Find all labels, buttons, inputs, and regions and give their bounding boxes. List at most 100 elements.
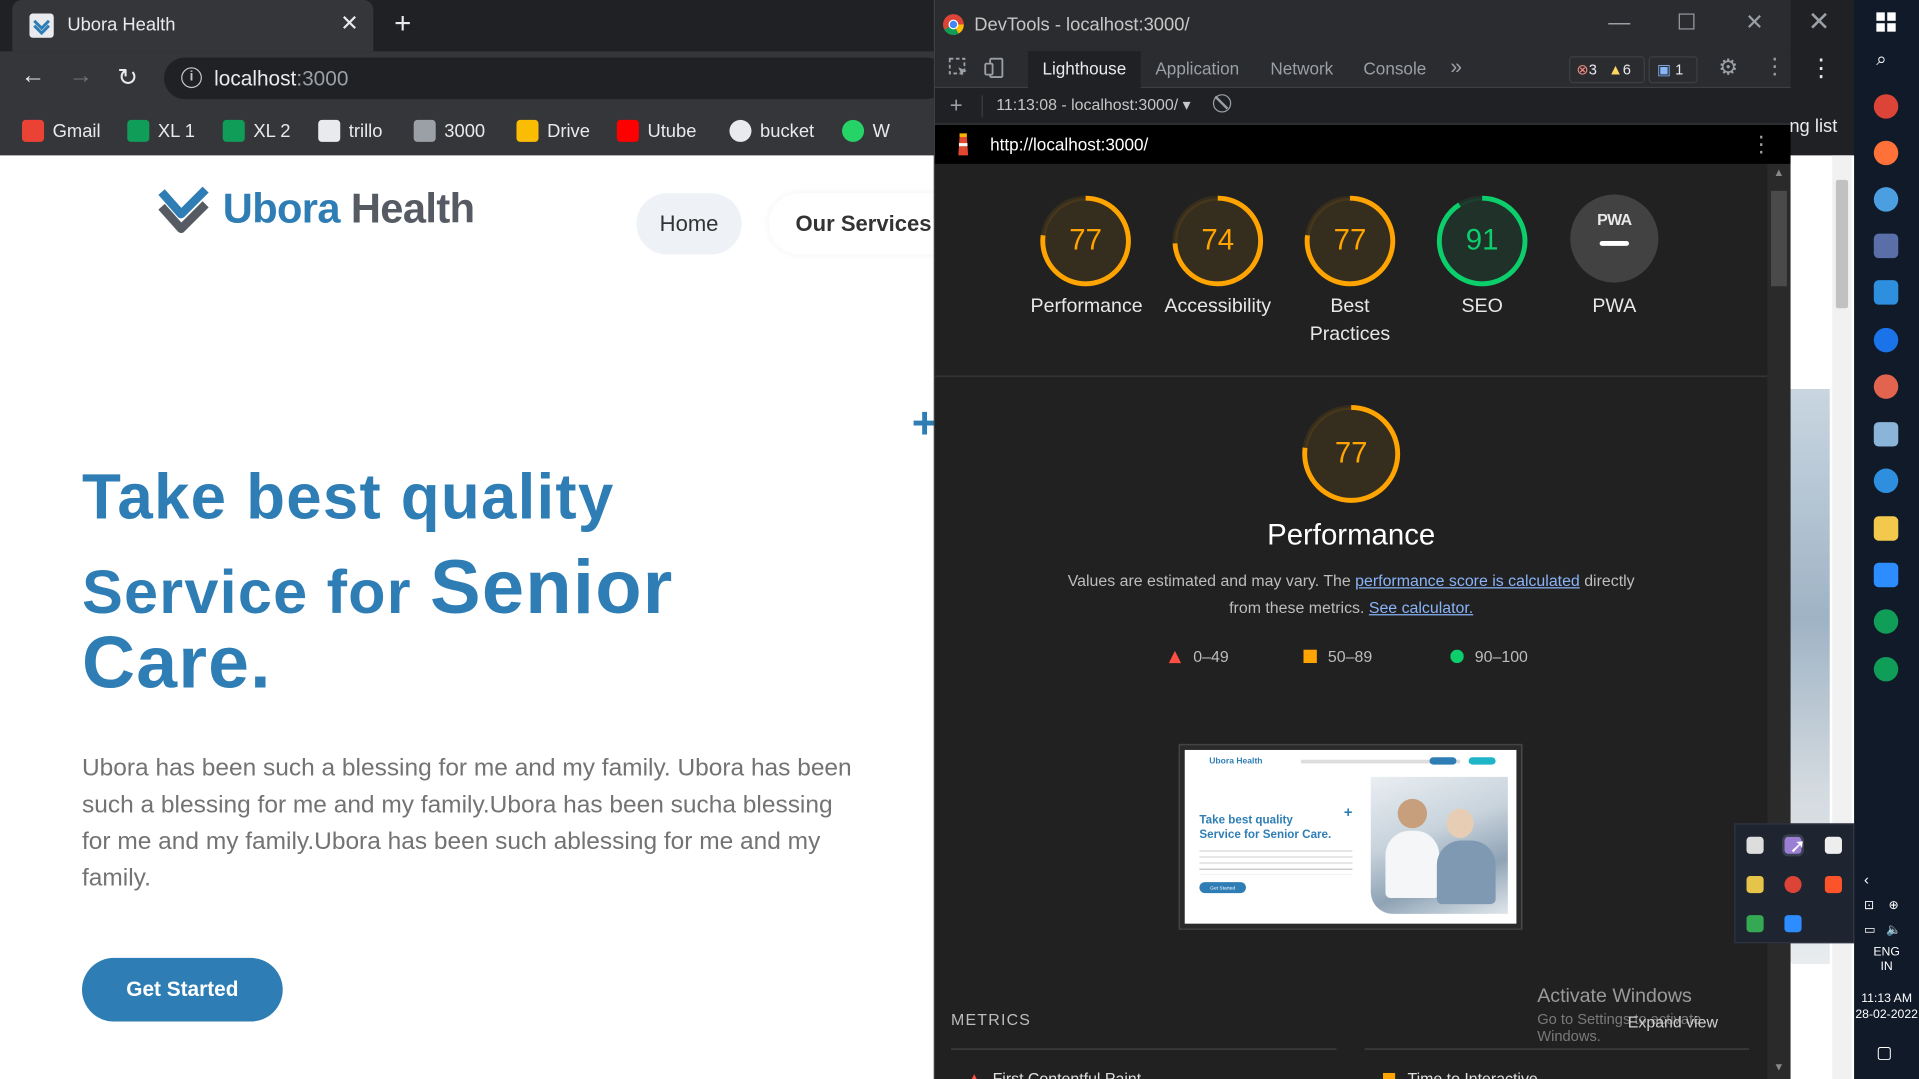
meet-icon[interactable]: ⊕ <box>1888 899 1898 912</box>
devtools-titlebar: DevTools - localhost:3000/ — ☐ ✕ <box>935 0 1791 52</box>
report-menu-icon[interactable]: ⋮ <box>1750 132 1772 158</box>
tray-zoom-icon[interactable] <box>1784 915 1802 933</box>
window-close-icon[interactable]: ✕ <box>1745 10 1763 36</box>
notes-taskbar-icon[interactable] <box>1873 422 1899 447</box>
back-icon[interactable]: ← <box>21 62 45 90</box>
monitor-taskbar-icon[interactable] <box>1873 233 1899 259</box>
site-info-icon[interactable]: i <box>181 67 202 89</box>
final-screenshot-thumbnail[interactable]: Ubora Health Take best quality Service fo… <box>1178 743 1523 930</box>
legend-pass: 90–100 <box>1450 647 1528 666</box>
windows-start-icon[interactable] <box>1876 12 1896 32</box>
get-started-button[interactable]: Get Started <box>82 957 283 1022</box>
bookmark-bucket[interactable]: bucket <box>729 116 814 145</box>
settings-gear-icon[interactable]: ⚙ <box>1718 55 1738 81</box>
maximize-icon[interactable]: ☐ <box>1677 10 1697 36</box>
tray-chevron-icon[interactable]: ‹ <box>1864 871 1869 888</box>
bookmark-xl-2[interactable]: XL 2 <box>222 116 291 145</box>
messages-counter[interactable]: ▣ 1 <box>1648 56 1698 84</box>
reading-list-button[interactable]: ng list <box>1789 116 1837 137</box>
safari-taskbar-icon[interactable] <box>1873 468 1899 494</box>
gauge-accessibility[interactable]: 74 Accessibility <box>1163 195 1273 321</box>
chrome-taskbar-icon[interactable] <box>1873 94 1899 119</box>
search-icon[interactable]: ⌕ <box>1876 49 1886 70</box>
issues-counter[interactable]: ⊗3 ▲6 <box>1569 56 1645 84</box>
chrome-profile2-taskbar-icon[interactable] <box>1873 656 1899 682</box>
file-explorer-taskbar-icon[interactable] <box>1873 516 1899 541</box>
nav-our-services-link[interactable]: Our Services <box>768 193 937 255</box>
device-toolbar-icon[interactable] <box>984 57 1005 81</box>
expand-view-link[interactable]: Expand view <box>1628 1013 1718 1031</box>
performance-main-ring: 77 <box>1301 404 1401 504</box>
tray-snip-icon[interactable] <box>1746 836 1764 854</box>
score-calculated-link[interactable]: performance score is calculated <box>1355 571 1580 589</box>
bookmark-label: Gmail <box>52 120 101 142</box>
tab-application[interactable]: Application <box>1155 59 1239 79</box>
gauge-label: Best Practices <box>1309 296 1391 345</box>
report-scrollbar-thumb[interactable] <box>1770 190 1787 287</box>
maps-taskbar-icon[interactable] <box>1873 327 1899 353</box>
nav-home-link[interactable]: Home <box>636 193 742 255</box>
devtools-menu-icon[interactable]: ⋮ <box>1764 54 1786 80</box>
bookmark-trillo[interactable]: trillo <box>318 116 382 145</box>
bookmark-utube[interactable]: Utube <box>616 116 696 145</box>
more-tabs-icon[interactable]: » <box>1450 55 1462 79</box>
tray-shield-icon[interactable] <box>1746 875 1764 894</box>
notification-icon[interactable]: ▢ <box>1876 1042 1892 1063</box>
see-calculator-link[interactable]: See calculator. <box>1369 598 1473 616</box>
browser-tab[interactable]: Ubora Health ✕ <box>12 0 374 52</box>
gauge-best-practices[interactable]: 77 Best Practices <box>1295 195 1405 349</box>
app-taskbar-icon[interactable] <box>1873 187 1899 212</box>
tray-brave-icon[interactable] <box>1824 875 1842 894</box>
vscode-taskbar-icon[interactable] <box>1873 280 1899 305</box>
tab-lighthouse[interactable]: Lighthouse <box>1028 51 1141 89</box>
message-count: ▣ 1 <box>1657 61 1684 79</box>
display-icon[interactable]: ▭ <box>1864 924 1876 937</box>
performance-description: Values are estimated and may vary. The p… <box>1067 571 1635 617</box>
metrics-divider-right <box>1364 1048 1749 1050</box>
bookmark-w[interactable]: W <box>842 116 890 145</box>
bookmarks-bar: Gmail XL 1 XL 2 trillo 3000 Drive Utube bucket W <box>0 106 937 156</box>
tray-chrome-icon[interactable] <box>1784 875 1802 894</box>
network-icon[interactable]: ⊡ <box>1864 899 1874 912</box>
web-page: Ubora Health Home Our Services Take best… <box>0 155 937 1079</box>
gauge-pwa[interactable]: PWA PWA <box>1559 194 1669 321</box>
lighthouse-toolbar: + 11:13:08 - localhost:3000/ ▾ <box>935 88 1791 125</box>
input-language[interactable]: ENG IN <box>1854 946 1919 975</box>
app2-taskbar-icon[interactable] <box>1873 374 1899 399</box>
clock[interactable]: 11:13 AM 28-02-2022 <box>1854 991 1919 1023</box>
tab-close-icon[interactable]: ✕ <box>340 11 358 37</box>
error-icon: ⊗ <box>1576 61 1589 79</box>
activate-windows-watermark: Activate Windows <box>1537 986 1692 1007</box>
bookmark-label: XL 2 <box>253 120 291 142</box>
chrome-profile-taskbar-icon[interactable] <box>1873 609 1899 634</box>
volume-icon[interactable]: 🔈 <box>1886 924 1901 937</box>
clear-reports-icon[interactable] <box>1212 94 1232 113</box>
bookmark-xl-1[interactable]: XL 1 <box>127 116 195 145</box>
firefox-taskbar-icon[interactable] <box>1873 140 1899 166</box>
tab-network[interactable]: Network <box>1270 59 1333 79</box>
site-logo[interactable]: Ubora Health <box>154 182 475 236</box>
report-selector[interactable]: 11:13:08 - localhost:3000/ ▾ <box>996 95 1190 115</box>
bookmark-drive[interactable]: Drive <box>516 116 590 145</box>
reload-icon[interactable]: ↻ <box>117 62 138 93</box>
tray-drive-icon[interactable] <box>1746 915 1764 933</box>
bookmark-3000[interactable]: 3000 <box>413 116 485 145</box>
address-bar[interactable]: i localhost:3000 <box>164 57 948 100</box>
chrome-menu-icon[interactable]: ⋮ <box>1809 56 1833 80</box>
new-report-icon[interactable]: + <box>950 93 963 119</box>
ubora-favicon-icon <box>29 13 54 38</box>
browser-close-icon[interactable]: ✕ <box>1808 6 1831 38</box>
inspect-element-icon[interactable] <box>948 57 970 81</box>
whatsapp-icon <box>842 119 865 142</box>
forward-icon[interactable]: → <box>69 62 93 90</box>
new-tab-button[interactable]: + <box>394 7 411 41</box>
gauge-seo[interactable]: 91 SEO <box>1427 195 1537 321</box>
tab-console[interactable]: Console <box>1363 59 1426 79</box>
gauge-performance[interactable]: 77 Performance <box>1031 195 1143 321</box>
page-scrollbar-thumb[interactable] <box>1835 179 1849 309</box>
bookmark-gmail[interactable]: Gmail <box>22 116 101 145</box>
tray-mouse-icon[interactable] <box>1824 836 1842 854</box>
bookmark-label: W <box>872 120 890 142</box>
minimize-icon[interactable]: — <box>1608 10 1630 36</box>
zoom-taskbar-icon[interactable] <box>1873 562 1899 588</box>
